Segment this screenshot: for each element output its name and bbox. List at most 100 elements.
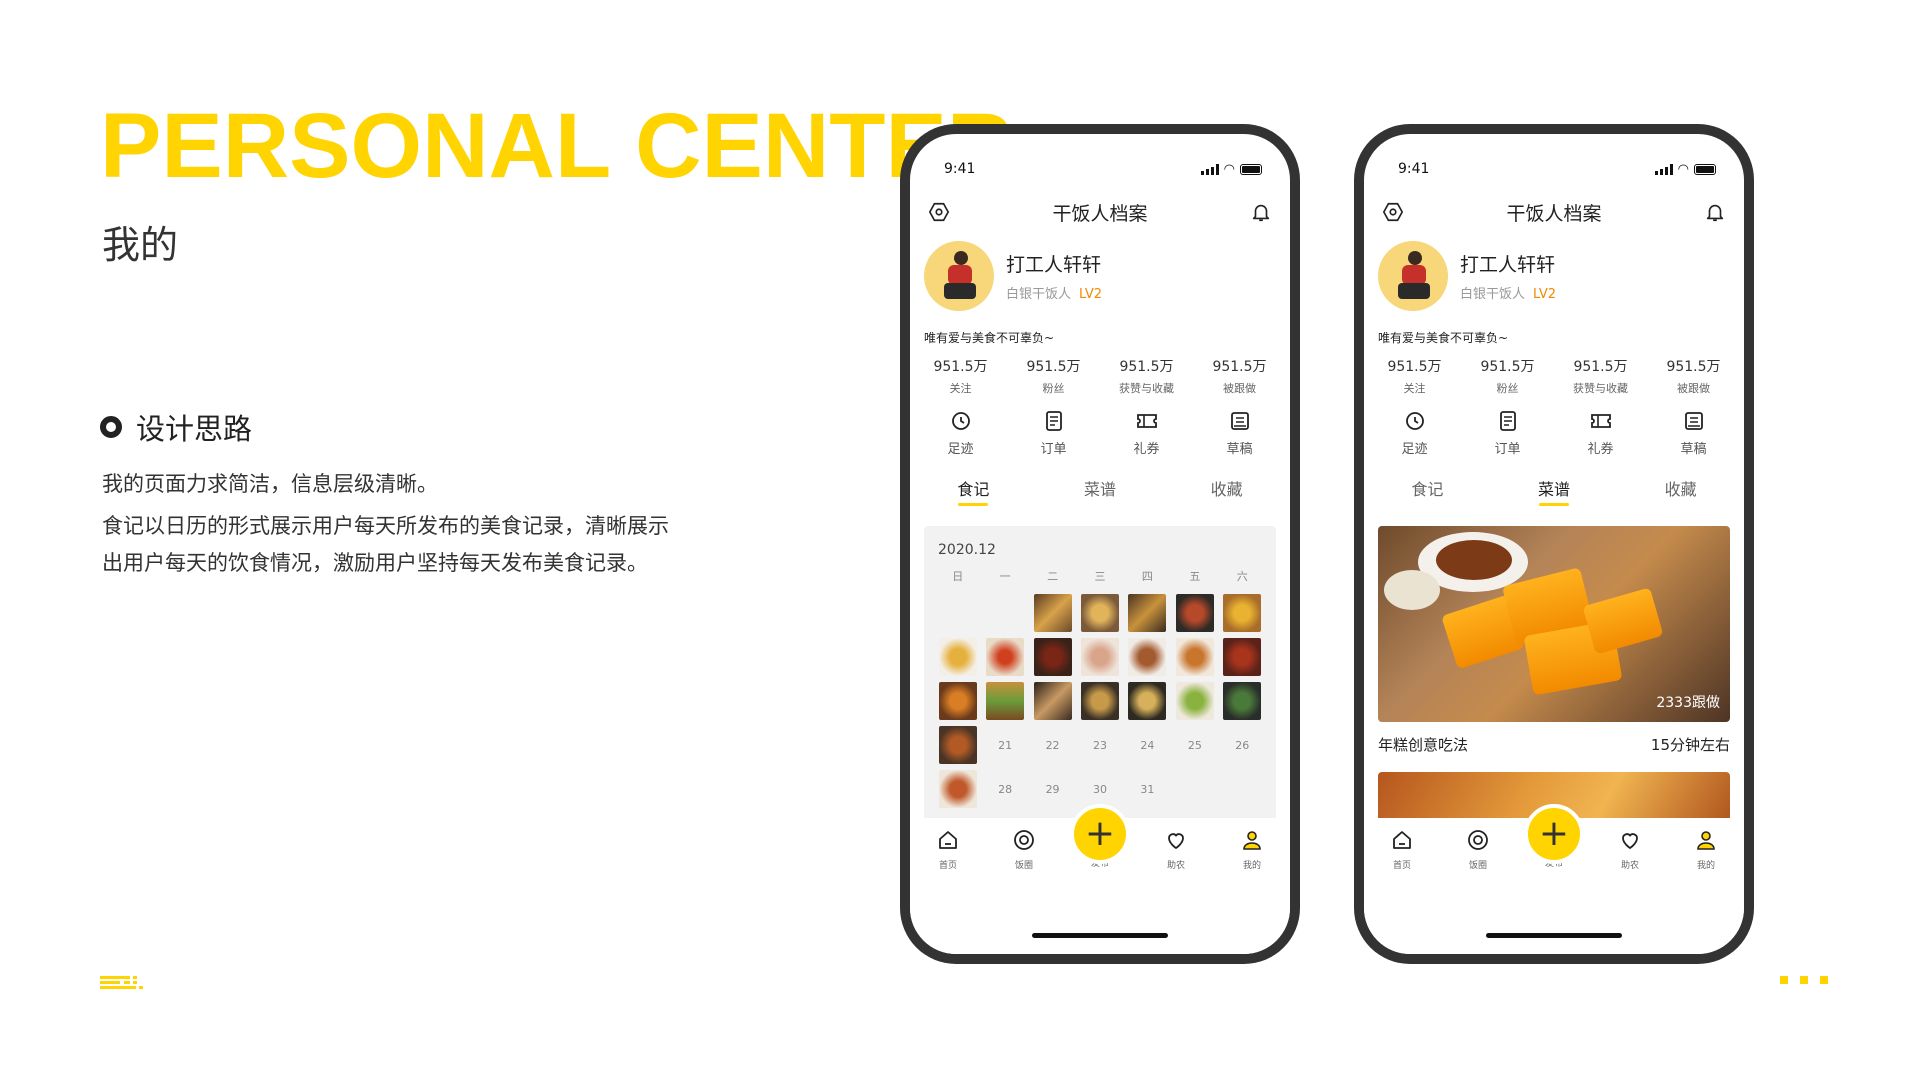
quick-label: 草稿	[1680, 442, 1707, 457]
calendar-day-photo[interactable]	[1171, 594, 1218, 632]
wifi-icon: ◠	[1677, 161, 1689, 177]
bell-icon[interactable]	[1704, 201, 1726, 223]
quick-drafts[interactable]: 草稿	[1193, 409, 1286, 457]
tabbar-me[interactable]: 我的	[1668, 828, 1744, 871]
stats-row: 951.5万 关注 951.5万 粉丝 951.5万 获赞与收藏 951.5万 被跟做	[1368, 356, 1740, 396]
food-calendar: 2020.12 日 一 二 三 四 五 六 21 22 23 24 25 26 …	[924, 526, 1276, 828]
tab-recipes[interactable]: 菜谱	[1037, 476, 1164, 506]
calendar-day[interactable]: 23	[1076, 726, 1123, 764]
avatar[interactable]	[1378, 241, 1448, 311]
profile-header[interactable]: 打工人轩轩 白银干饭人 LV2	[1378, 241, 1730, 311]
quick-orders[interactable]: 订单	[1007, 409, 1100, 457]
tabbar-farm-aid[interactable]: 助农	[1138, 828, 1214, 871]
recipe-meta[interactable]: 年糕创意吃法 15分钟左右	[1378, 734, 1730, 755]
calendar-day-photo[interactable]	[934, 770, 981, 808]
quick-history[interactable]: 足迹	[914, 409, 1007, 457]
section-heading: 设计思路	[100, 406, 252, 448]
plus-icon[interactable]: +	[1524, 804, 1584, 864]
calendar-day-photo[interactable]	[1029, 638, 1076, 676]
calendar-day[interactable]: 22	[1029, 726, 1076, 764]
plus-icon[interactable]: +	[1070, 804, 1130, 864]
quick-coupons[interactable]: 礼券	[1100, 409, 1193, 457]
calendar-day-photo[interactable]	[1124, 682, 1171, 720]
calendar-day-photo[interactable]	[1219, 594, 1266, 632]
tabbar-circle[interactable]: 饭圈	[1440, 828, 1516, 871]
tab-food-diary[interactable]: 食记	[910, 476, 1037, 506]
tab-food-diary[interactable]: 食记	[1364, 476, 1491, 506]
bell-icon[interactable]	[1250, 201, 1272, 223]
tab-favorites[interactable]: 收藏	[1163, 476, 1290, 506]
user-motto: 唯有爱与美食不可辜负~	[1378, 331, 1509, 345]
stat-following[interactable]: 951.5万 关注	[914, 356, 1007, 396]
calendar-day[interactable]: 24	[1124, 726, 1171, 764]
settings-icon[interactable]	[1382, 201, 1404, 223]
calendar-day-photo[interactable]	[934, 638, 981, 676]
stat-likes[interactable]: 951.5万 获赞与收藏	[1100, 356, 1193, 396]
tabbar-home[interactable]: 首页	[910, 828, 986, 871]
calendar-day[interactable]: 28	[981, 770, 1028, 808]
tabbar-home[interactable]: 首页	[1364, 828, 1440, 871]
calendar-day-photo[interactable]	[1124, 638, 1171, 676]
calendar-day-photo[interactable]	[1124, 594, 1171, 632]
stat-likes[interactable]: 951.5万 获赞与收藏	[1554, 356, 1647, 396]
nav-title: 干饭人档案	[1506, 202, 1602, 225]
tabbar-publish[interactable]: + 发布	[1062, 804, 1138, 871]
weekday: 三	[1094, 570, 1106, 583]
level-badge: LV2	[1533, 287, 1556, 302]
tab-favorites[interactable]: 收藏	[1617, 476, 1744, 506]
calendar-day[interactable]: 25	[1171, 726, 1218, 764]
stat-fans[interactable]: 951.5万 粉丝	[1007, 356, 1100, 396]
nav-bar: 干饭人档案	[928, 194, 1272, 230]
stat-followed-cooks[interactable]: 951.5万 被跟做	[1193, 356, 1286, 396]
tabbar-label: 饭圈	[1014, 861, 1033, 871]
tabbar-publish[interactable]: + 发布	[1516, 804, 1592, 871]
rice-cake	[1582, 587, 1664, 655]
heart-icon	[1622, 833, 1638, 850]
quick-label: 订单	[1040, 442, 1067, 457]
corner-lines-icon	[100, 976, 144, 989]
calendar-day[interactable]: 31	[1124, 770, 1171, 808]
recipe-image[interactable]: 2333跟做	[1378, 526, 1730, 722]
calendar-day-empty	[934, 594, 981, 632]
calendar-day-photo[interactable]	[981, 682, 1028, 720]
calendar-day-photo[interactable]	[1076, 682, 1123, 720]
calendar-day[interactable]: 30	[1076, 770, 1123, 808]
calendar-day-photo[interactable]	[1029, 594, 1076, 632]
weekday: 二	[1047, 570, 1059, 583]
status-bar: 9:41 ◠	[1398, 160, 1716, 178]
circle-icon	[1468, 830, 1488, 850]
calendar-day-photo[interactable]	[1029, 682, 1076, 720]
circle-icon	[1014, 830, 1034, 850]
settings-icon[interactable]	[928, 201, 950, 223]
calendar-day-photo[interactable]	[1171, 682, 1218, 720]
tabbar-circle[interactable]: 饭圈	[986, 828, 1062, 871]
calendar-day-photo[interactable]	[934, 682, 981, 720]
tabbar-me[interactable]: 我的	[1214, 828, 1290, 871]
calendar-day-photo[interactable]	[1076, 638, 1123, 676]
calendar-day-photo[interactable]	[1219, 682, 1266, 720]
calendar-day[interactable]: 26	[1219, 726, 1266, 764]
stat-value: 951.5万	[1212, 359, 1267, 375]
stat-fans[interactable]: 951.5万 粉丝	[1461, 356, 1554, 396]
stat-followed-cooks[interactable]: 951.5万 被跟做	[1647, 356, 1740, 396]
calendar-day-photo[interactable]	[1171, 638, 1218, 676]
tab-recipes[interactable]: 菜谱	[1491, 476, 1618, 506]
profile-header[interactable]: 打工人轩轩 白银干饭人 LV2	[924, 241, 1276, 311]
quick-orders[interactable]: 订单	[1461, 409, 1554, 457]
status-bar: 9:41 ◠	[944, 160, 1262, 178]
calendar-day-photo[interactable]	[1076, 594, 1123, 632]
quick-drafts[interactable]: 草稿	[1647, 409, 1740, 457]
calendar-day[interactable]: 29	[1029, 770, 1076, 808]
quick-coupons[interactable]: 礼券	[1554, 409, 1647, 457]
quick-history[interactable]: 足迹	[1368, 409, 1461, 457]
ring-bullet-icon	[100, 416, 122, 438]
calendar-day-photo[interactable]	[1219, 638, 1266, 676]
tabbar-farm-aid[interactable]: 助农	[1592, 828, 1668, 871]
calendar-day-photo[interactable]	[934, 726, 981, 764]
avatar[interactable]	[924, 241, 994, 311]
calendar-day-photo[interactable]	[981, 638, 1028, 676]
stat-following[interactable]: 951.5万 关注	[1368, 356, 1461, 396]
stat-label: 获赞与收藏	[1573, 382, 1628, 395]
calendar-day[interactable]: 21	[981, 726, 1028, 764]
wifi-icon: ◠	[1223, 161, 1235, 177]
